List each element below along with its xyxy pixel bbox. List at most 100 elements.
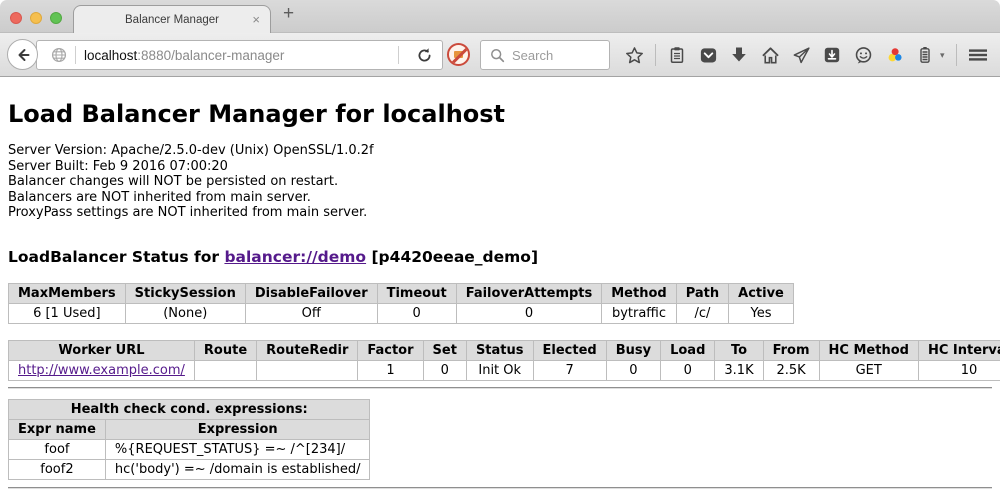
cell-to: 3.1K bbox=[715, 360, 763, 380]
persist-notice-line: Balancer changes will NOT be persisted o… bbox=[8, 174, 992, 190]
col-worker-url: Worker URL bbox=[9, 340, 195, 360]
col-expression: Expression bbox=[105, 419, 370, 439]
cell-maxmembers: 6 [1 Used] bbox=[9, 303, 126, 323]
balancer-header-row: MaxMembers StickySession DisableFailover… bbox=[9, 283, 794, 303]
window-controls bbox=[10, 12, 62, 24]
page-title: Load Balancer Manager for localhost bbox=[8, 77, 992, 128]
tab-title: Balancer Manager bbox=[125, 14, 219, 26]
col-expr-name: Expr name bbox=[9, 419, 106, 439]
proxypass-notice-line: ProxyPass settings are NOT inherited fro… bbox=[8, 205, 992, 221]
tab-bar: Balancer Manager × + bbox=[0, 0, 1000, 33]
status-heading-prefix: LoadBalancer Status for bbox=[8, 248, 224, 266]
pocket-button[interactable] bbox=[698, 46, 718, 65]
cell-disablefailover: Off bbox=[245, 303, 377, 323]
search-input[interactable] bbox=[512, 48, 592, 63]
col-load: Load bbox=[661, 340, 715, 360]
col-to: To bbox=[715, 340, 763, 360]
url-domain: localhost bbox=[84, 48, 137, 63]
section-divider bbox=[8, 387, 992, 389]
worker-status-table: Worker URL Route RouteRedir Factor Set S… bbox=[8, 340, 1000, 381]
minimize-window-button[interactable] bbox=[30, 12, 42, 24]
worker-data-row: http://www.example.com/ 1 0 Init Ok 7 0 … bbox=[9, 360, 1000, 380]
cell-load: 0 bbox=[661, 360, 715, 380]
col-elected: Elected bbox=[533, 340, 606, 360]
toolbar-separator bbox=[956, 44, 957, 66]
cell-set: 0 bbox=[423, 360, 466, 380]
cell-stickysession: (None) bbox=[125, 303, 245, 323]
bottom-divider bbox=[8, 487, 992, 489]
back-arrow-icon bbox=[15, 47, 31, 63]
worker-url-link[interactable]: http://www.example.com/ bbox=[18, 363, 185, 378]
cell-failoverattempts: 0 bbox=[456, 303, 602, 323]
tab-close-icon[interactable]: × bbox=[252, 12, 260, 27]
health-table-title: Health check cond. expressions: bbox=[9, 399, 370, 419]
battery-extension-button[interactable] bbox=[915, 46, 935, 64]
server-info: Server Version: Apache/2.5.0-dev (Unix) … bbox=[8, 143, 992, 221]
send-page-button[interactable] bbox=[791, 46, 811, 65]
status-heading-suffix: [p4420eeae_demo] bbox=[366, 248, 538, 266]
new-tab-button[interactable]: + bbox=[283, 3, 294, 25]
cell-from: 2.5K bbox=[763, 360, 819, 380]
server-built-line: Server Built: Feb 9 2016 07:00:20 bbox=[8, 159, 992, 175]
health-data-row: foof %{REQUEST_STATUS} =~ /^[234]/ bbox=[9, 439, 370, 459]
cell-path: /c/ bbox=[676, 303, 728, 323]
cell-hc-method: GET bbox=[819, 360, 918, 380]
search-bar[interactable] bbox=[480, 40, 610, 70]
cell-expression: hc('body') =~ /domain is established/ bbox=[105, 459, 370, 479]
color-dots-extension-button[interactable] bbox=[884, 46, 904, 65]
col-stickysession: StickySession bbox=[125, 283, 245, 303]
cell-route bbox=[194, 360, 256, 380]
balancer-demo-link[interactable]: balancer://demo bbox=[224, 248, 366, 266]
cell-factor: 1 bbox=[358, 360, 423, 380]
server-version-line: Server Version: Apache/2.5.0-dev (Unix) … bbox=[8, 143, 992, 159]
search-icon bbox=[490, 48, 505, 63]
col-route: Route bbox=[194, 340, 256, 360]
urlbar-separator bbox=[75, 46, 76, 64]
downloads-button[interactable] bbox=[729, 46, 749, 64]
balancers-notice-line: Balancers are NOT inherited from main se… bbox=[8, 190, 992, 206]
col-active: Active bbox=[729, 283, 794, 303]
browser-window: Balancer Manager × + localhost:8880/bala… bbox=[0, 0, 1000, 491]
navigation-toolbar: localhost:8880/balancer-manager bbox=[0, 33, 1000, 77]
back-button[interactable] bbox=[7, 39, 38, 70]
health-data-row: foof2 hc('body') =~ /domain is establish… bbox=[9, 459, 370, 479]
col-set: Set bbox=[423, 340, 466, 360]
col-timeout: Timeout bbox=[377, 283, 456, 303]
toolbar-separator bbox=[655, 44, 656, 66]
tab-balancer-manager[interactable]: Balancer Manager × bbox=[73, 5, 271, 34]
worker-header-row: Worker URL Route RouteRedir Factor Set S… bbox=[9, 340, 1000, 360]
page-content: Load Balancer Manager for localhost Serv… bbox=[0, 77, 1000, 489]
chevron-down-icon[interactable]: ▾ bbox=[940, 50, 945, 61]
site-identity-globe-icon[interactable] bbox=[51, 47, 67, 63]
home-button[interactable] bbox=[760, 46, 780, 65]
url-bar[interactable]: localhost:8880/balancer-manager bbox=[36, 40, 443, 70]
toolbar-icons: ▾ bbox=[624, 33, 1000, 77]
cell-routeredir bbox=[257, 360, 358, 380]
urlbar-separator bbox=[398, 46, 399, 64]
col-factor: Factor bbox=[358, 340, 423, 360]
col-path: Path bbox=[676, 283, 728, 303]
chat-smiley-button[interactable] bbox=[853, 46, 873, 65]
cell-status: Init Ok bbox=[466, 360, 533, 380]
url-path: :8880/balancer-manager bbox=[137, 48, 284, 63]
cell-expression: %{REQUEST_STATUS} =~ /^[234]/ bbox=[105, 439, 370, 459]
col-maxmembers: MaxMembers bbox=[9, 283, 126, 303]
cell-elected: 7 bbox=[533, 360, 606, 380]
close-window-button[interactable] bbox=[10, 12, 22, 24]
url-text[interactable]: localhost:8880/balancer-manager bbox=[84, 48, 390, 63]
bookmark-star-button[interactable] bbox=[624, 46, 644, 65]
plugin-blocked-icon[interactable] bbox=[447, 43, 470, 66]
reload-button[interactable] bbox=[407, 47, 442, 64]
loadbalancer-status-heading: LoadBalancer Status for balancer://demo … bbox=[8, 248, 992, 266]
menu-hamburger-button[interactable] bbox=[968, 46, 988, 64]
health-title-row: Health check cond. expressions: bbox=[9, 399, 370, 419]
clipboard-button[interactable] bbox=[667, 46, 687, 64]
zoom-window-button[interactable] bbox=[50, 12, 62, 24]
cell-worker-url: http://www.example.com/ bbox=[9, 360, 195, 380]
cell-expr-name: foof bbox=[9, 439, 106, 459]
download-manager-button[interactable] bbox=[822, 46, 842, 64]
cell-hc-interval: 10 bbox=[918, 360, 1000, 380]
cell-active: Yes bbox=[729, 303, 794, 323]
col-method: Method bbox=[602, 283, 676, 303]
col-hc-method: HC Method bbox=[819, 340, 918, 360]
